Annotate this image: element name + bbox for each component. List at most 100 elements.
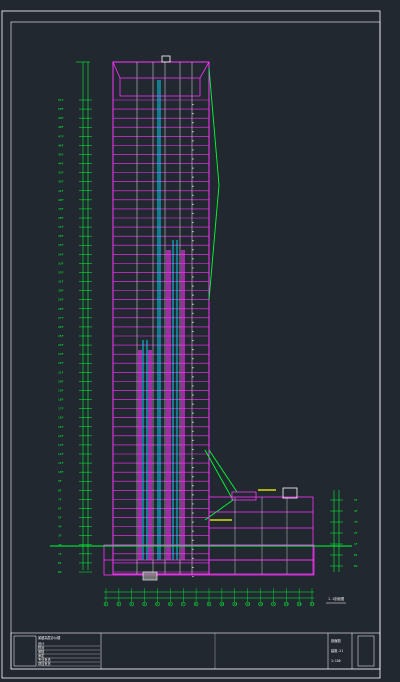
title-block-project: 某超高层办公楼 <box>38 635 61 640</box>
slab-marker <box>192 512 194 514</box>
slab-marker <box>192 249 194 251</box>
level-label: 26F <box>58 325 64 329</box>
slab-marker <box>192 158 194 160</box>
facade-green-line <box>204 67 238 521</box>
level-label: 8F <box>58 488 62 492</box>
level-label: 38F <box>58 216 64 220</box>
right-dimension-column <box>333 490 340 572</box>
level-label: 16F <box>58 416 64 420</box>
axis-label: 2 <box>118 602 120 606</box>
level-label: 4F <box>58 525 62 529</box>
slab-marker <box>192 312 194 314</box>
level-label: 3F <box>58 534 62 538</box>
level-label: 45F <box>58 152 64 156</box>
slab-marker <box>192 367 194 369</box>
slab-marker <box>192 267 194 269</box>
podium-level-label: B2 <box>354 564 358 568</box>
slab-marker <box>192 467 194 469</box>
slab-marker <box>192 394 194 396</box>
slab-marker <box>192 221 194 224</box>
core-hatch <box>138 250 185 560</box>
slab-marker <box>192 140 194 142</box>
slab-marker <box>192 575 194 578</box>
level-label: 44F <box>58 162 64 166</box>
slab-marker <box>192 358 194 360</box>
slab-marker <box>192 539 194 541</box>
axis-label: 11 <box>234 602 238 606</box>
slab-marker <box>192 294 194 296</box>
slab-marker <box>192 194 194 196</box>
title-block-scale: 1:150 <box>331 659 341 663</box>
level-label: 43F <box>58 171 64 175</box>
slab-marker <box>192 385 194 387</box>
slab-marker <box>192 285 194 287</box>
level-label: B1 <box>58 561 62 565</box>
slab-marker <box>192 276 194 278</box>
slab-marker <box>192 167 194 169</box>
level-label: 42F <box>58 180 64 184</box>
slab-marker <box>192 122 194 124</box>
level-label: 29F <box>58 298 64 302</box>
slab-marker <box>192 485 194 487</box>
left-dimension-column <box>76 61 90 570</box>
level-label: 23F <box>58 352 64 356</box>
axis-label: 1 <box>105 602 107 606</box>
axis-label: 12 <box>246 602 250 606</box>
axis-label: 10 <box>221 602 225 606</box>
slab-marker <box>192 521 194 523</box>
level-label: 34F <box>58 252 64 256</box>
slab-marker <box>192 103 194 106</box>
slab-marker <box>192 548 194 550</box>
level-label: 35F <box>58 243 64 247</box>
section-drawing-sheet: 51F50F49F48F47F46F45F44F43F42F41F40F39F3… <box>1 10 381 679</box>
level-label: 21F <box>58 370 64 374</box>
level-label: 19F <box>58 388 64 392</box>
level-label: 22F <box>58 361 64 365</box>
axis-label: 5 <box>156 602 158 606</box>
slab-marker <box>192 457 194 460</box>
section-title: 1-1剖面图 <box>328 596 345 601</box>
level-label: 24F <box>58 343 64 347</box>
level-label: 51F <box>58 98 64 102</box>
floor-slabs <box>113 99 209 578</box>
podium-level-label: 2F <box>354 531 358 535</box>
axis-label: 14 <box>272 602 276 606</box>
tower-section <box>112 55 238 578</box>
podium-level-label: 4F <box>354 509 358 513</box>
axis-label: 6 <box>169 602 171 606</box>
podium-level-label: B1 <box>354 553 358 557</box>
level-label: 9F <box>58 479 62 483</box>
level-label: 27F <box>58 316 64 320</box>
level-label: 5F <box>58 516 62 520</box>
slab-marker <box>192 412 194 414</box>
level-label: 47F <box>58 134 64 138</box>
level-label: 13F <box>58 443 64 447</box>
level-tick-marks <box>79 99 92 573</box>
title-block-drawing-name: 剖面图 <box>331 638 341 643</box>
podium-grid-lines <box>234 497 288 574</box>
level-label: 37F <box>58 225 64 229</box>
slab-marker <box>192 176 194 178</box>
axis-labels: 1 2 3 4 5 6 7 8 9 10 11 12 13 14 15 16 17 <box>103 588 315 607</box>
slab-marker <box>192 421 194 423</box>
slab-marker <box>192 303 194 305</box>
slab-marker <box>192 494 194 496</box>
podium-level-label: 5F <box>354 498 358 502</box>
slab-marker <box>192 330 194 333</box>
level-label: 15F <box>58 425 64 429</box>
slab-marker <box>192 339 194 342</box>
slab-marker <box>192 240 194 242</box>
level-label: 1F <box>58 552 62 556</box>
axis-label: 17 <box>311 602 315 606</box>
level-label: 41F <box>58 189 64 193</box>
level-label: 14F <box>58 434 64 438</box>
level-label: 48F <box>58 125 64 129</box>
level-label: 18F <box>58 398 64 402</box>
slab-marker <box>192 185 194 187</box>
podium-level-label: 3F <box>354 520 358 524</box>
level-label: 40F <box>58 198 64 202</box>
slab-marker <box>192 376 194 378</box>
slab-marker <box>192 258 194 260</box>
slab-marker <box>192 231 194 233</box>
title-block-row: 项目负责 <box>38 661 51 666</box>
